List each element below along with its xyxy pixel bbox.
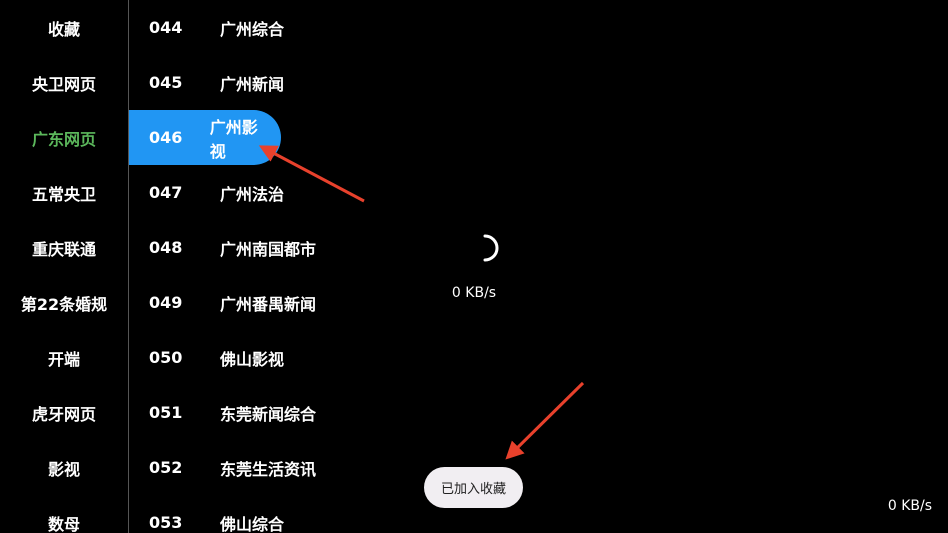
channel-number: 047 (149, 183, 183, 202)
channel-number: 050 (149, 348, 183, 367)
channel-number: 053 (149, 513, 183, 532)
loading-speed: 0 KB/s (451, 285, 497, 301)
arrow-to-toast (505, 381, 585, 460)
loading-spinner-icon (483, 234, 499, 262)
category-item-wuchang-cctv[interactable]: 五常央卫 (0, 165, 128, 220)
channel-name: 广州新闻 (220, 74, 285, 94)
toast-added-to-favorites: 已加入收藏 (424, 467, 523, 508)
channel-name: 广州法治 (220, 184, 285, 204)
channel-item[interactable]: 044 广州综合 (129, 0, 304, 55)
channel-item[interactable]: 047 广州法治 (129, 165, 304, 220)
channel-name: 东莞新闻综合 (220, 404, 317, 424)
channel-number: 051 (149, 403, 183, 422)
category-item-movies[interactable]: 影视 (0, 440, 128, 495)
channel-name: 广州影视 (209, 117, 258, 161)
channel-name: 佛山综合 (220, 514, 285, 533)
category-item-guangdong-web[interactable]: 广东网页 (0, 110, 128, 165)
channel-item-selected[interactable]: 046 广州影视 (129, 110, 281, 165)
network-speed-indicator: 0 KB/s (887, 498, 932, 514)
category-item-huya-web[interactable]: 虎牙网页 (0, 385, 128, 440)
channel-item[interactable]: 053 佛山综合 (129, 495, 304, 533)
channel-number: 044 (149, 18, 183, 37)
channel-name: 广州南国都市 (220, 239, 317, 259)
channel-item[interactable]: 051 东莞新闻综合 (129, 385, 336, 440)
channel-item[interactable]: 048 广州南国都市 (129, 220, 336, 275)
player-screen: 收藏 央卫网页 广东网页 五常央卫 重庆联通 第22条婚规 开端 虎牙网页 影视… (0, 0, 948, 533)
category-list: 收藏 央卫网页 广东网页 五常央卫 重庆联通 第22条婚规 开端 虎牙网页 影视… (0, 0, 128, 533)
channel-item[interactable]: 045 广州新闻 (129, 55, 304, 110)
channel-name: 广州番禺新闻 (220, 294, 317, 314)
channel-item[interactable]: 052 东莞生活资讯 (129, 440, 336, 495)
category-item-favorites[interactable]: 收藏 (0, 0, 128, 55)
category-item-kaiduan[interactable]: 开端 (0, 330, 128, 385)
channel-number: 048 (149, 238, 183, 257)
channel-item[interactable]: 049 广州番禺新闻 (129, 275, 336, 330)
channel-item[interactable]: 050 佛山影视 (129, 330, 304, 385)
category-item-shumu[interactable]: 数母 (0, 495, 128, 533)
category-item-cctv-web[interactable]: 央卫网页 (0, 55, 128, 110)
channel-list: 044 广州综合 045 广州新闻 046 广州影视 047 广州法治 048 … (129, 0, 469, 533)
channel-name: 东莞生活资讯 (220, 459, 317, 479)
category-item-marriage-rules[interactable]: 第22条婚规 (0, 275, 128, 330)
channel-number: 049 (149, 293, 183, 312)
channel-number: 046 (149, 128, 183, 147)
channel-number: 052 (149, 458, 183, 477)
channel-number: 045 (149, 73, 183, 92)
channel-name: 广州综合 (220, 19, 285, 39)
category-item-chongqing-unicom[interactable]: 重庆联通 (0, 220, 128, 275)
channel-name: 佛山影视 (220, 349, 285, 369)
